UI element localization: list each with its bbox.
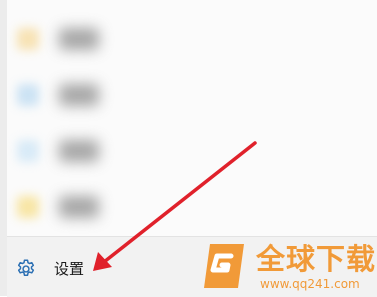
watermark: 全球下载 www.qq241.com: [198, 240, 377, 294]
watermark-title: 全球下载: [256, 242, 377, 276]
watermark-url: www.qq241.com: [260, 277, 360, 291]
site-logo-icon: [204, 244, 244, 288]
